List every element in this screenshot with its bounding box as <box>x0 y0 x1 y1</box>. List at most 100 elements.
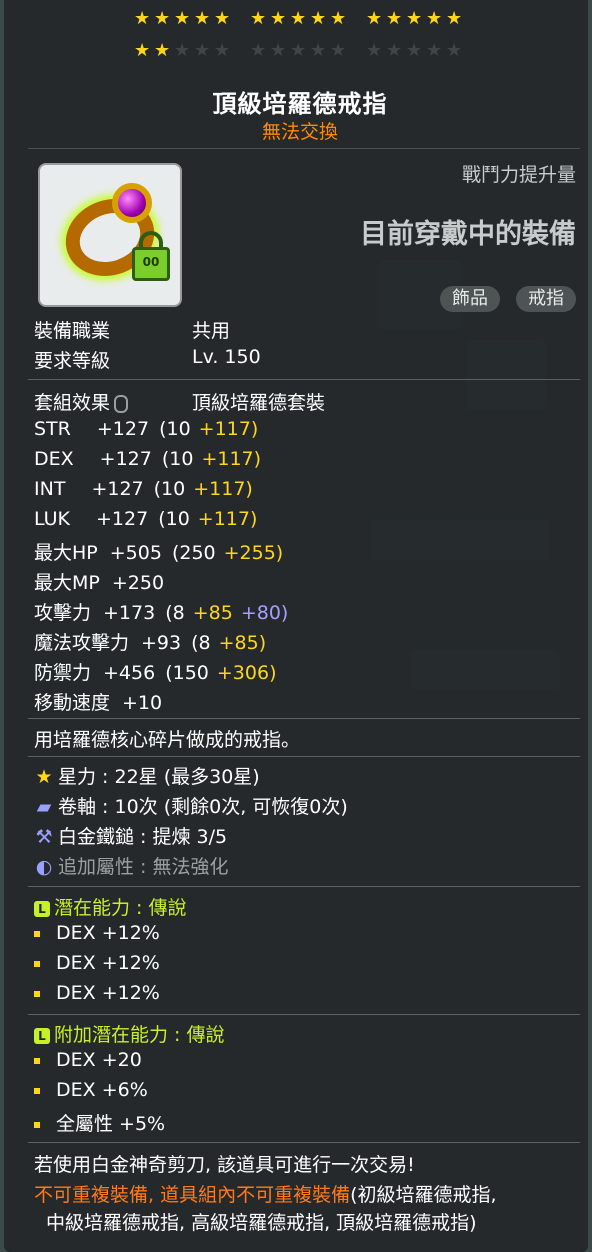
stat-base: (150 <box>165 662 209 684</box>
ring-gem <box>112 183 152 223</box>
star-icon: ★ <box>174 40 191 61</box>
mouse-icon <box>114 394 129 413</box>
stat-total: +127 <box>91 478 144 500</box>
stat-row: STR +127 (10 +117) <box>34 418 258 440</box>
upgrade-row: ⚒ 白金鐵鎚 : 提煉 3/5 <box>34 822 227 849</box>
stat-total: +93 <box>141 632 182 654</box>
potential-line-text: DEX +12% <box>56 982 160 1004</box>
stat-total: +250 <box>111 572 165 594</box>
scissors-note: 若使用白金神奇剪刀, 該道具可進行一次交易! <box>34 1154 415 1176</box>
power-increase-label: 戰鬥力提升量 <box>461 164 576 186</box>
star-icon: ★ <box>214 8 231 29</box>
stat-row: DEX +127 (10 +117) <box>34 448 261 470</box>
stat-name: 魔法攻擊力 <box>34 632 130 654</box>
stat-row: INT +127 (10 +117) <box>34 478 253 500</box>
stat-name: 最大HP <box>34 542 98 564</box>
item-icon: 00 <box>38 163 182 307</box>
bullet-icon <box>34 960 40 967</box>
star-icon: ★ <box>426 8 443 29</box>
stat-name: STR <box>34 418 71 440</box>
stat-name: 最大MP <box>34 572 100 594</box>
stat-row: 最大HP +505 (250 +255) <box>34 538 283 565</box>
bullet-icon <box>34 930 40 937</box>
star-icon: ★ <box>214 40 231 61</box>
divider <box>28 379 580 380</box>
divider <box>28 886 580 887</box>
unique-note-row: 不可重複裝備, 道具組內不可重複裝備(初級培羅德戒指, <box>34 1180 497 1207</box>
stat-bonus-flame: +85 <box>192 602 233 624</box>
stat-row: 移動速度 +10 <box>34 688 162 715</box>
star-icon: ★ <box>310 40 327 61</box>
star-icon: ★ <box>446 40 463 61</box>
potential-line-text: DEX +20 <box>56 1049 142 1071</box>
star-icon: ★ <box>174 8 191 29</box>
star-group: ★ ★ ★ ★ ★ <box>250 42 348 60</box>
unique-note: 不可重複裝備, 道具組內不可重複裝備 <box>34 1184 351 1206</box>
stat-total: +127 <box>96 418 150 440</box>
stat-name: 攻擊力 <box>34 602 92 624</box>
stat-base: (10 <box>159 418 191 440</box>
stat-name: 防禦力 <box>34 662 92 684</box>
set-row: 套組效果 頂級培羅德套裝 <box>34 388 325 415</box>
stat-bonus-flame: +306) <box>216 662 277 684</box>
star-row: ★ ★ ★ ★ ★ ★ ★ ★ ★ ★ ★ ★ ★ ★ ★ <box>134 42 494 60</box>
potential-title: 潛在能力 : 傳說 <box>54 897 187 919</box>
stat-bonus-flame: +255) <box>223 542 284 564</box>
stat-name: INT <box>34 478 66 500</box>
stat-bonus-flame: +117) <box>198 418 259 440</box>
scroll-icon: ▰ <box>36 796 52 818</box>
star-icon: ★ <box>366 40 383 61</box>
star-icon: ★ <box>386 40 403 61</box>
star-group: ★ ★ ★ ★ ★ <box>134 42 232 60</box>
star-icon: ★ <box>290 8 307 29</box>
level-row: 要求等級 Lv. 150 <box>34 346 261 373</box>
stat-row: LUK +127 (10 +117) <box>34 508 257 530</box>
star-icon: ★ <box>250 40 267 61</box>
potential-line-text: 全屬性 +5% <box>56 1113 166 1135</box>
star-icon: ★ <box>250 8 267 29</box>
divider <box>28 718 580 719</box>
bullet-icon <box>34 1057 40 1064</box>
tag-type: 戒指 <box>516 286 576 312</box>
legendary-badge-icon: L <box>34 900 50 917</box>
stat-base: (10 <box>158 508 190 530</box>
stat-total: +173 <box>103 602 156 624</box>
potential-line: DEX +6% <box>34 1079 148 1101</box>
stat-total: +456 <box>103 662 156 684</box>
potential-line-text: DEX +12% <box>56 952 160 974</box>
upgrade-text: 白金鐵鎚 : 提煉 3/5 <box>58 826 228 848</box>
stat-base: (8 <box>191 632 211 654</box>
tag-category: 飾品 <box>440 286 500 312</box>
set-value: 頂級培羅德套裝 <box>192 392 326 414</box>
stat-total: +127 <box>96 508 149 530</box>
potential-line: 全屬性 +5% <box>34 1109 165 1136</box>
bullet-icon <box>34 1087 40 1094</box>
star-icon: ★ <box>35 766 53 788</box>
star-icon: ★ <box>330 8 347 29</box>
star-icon: ★ <box>154 40 171 61</box>
bullet-icon <box>34 990 40 997</box>
potential-title-row: L 潛在能力 : 傳說 <box>34 893 186 920</box>
stat-bonus-flame: +117) <box>193 478 253 500</box>
star-row: ★ ★ ★ ★ ★ ★ ★ ★ ★ ★ ★ ★ ★ ★ ★ <box>134 10 494 28</box>
potential-line-text: DEX +12% <box>56 922 160 944</box>
unique-note-list-start: (初級培羅德戒指, <box>350 1184 497 1206</box>
stat-row: 最大MP +250 <box>34 568 164 595</box>
stat-row: 魔法攻擊力 +93 (8 +85) <box>34 628 266 655</box>
stat-base: (250 <box>171 542 216 564</box>
stat-row: 防禦力 +456 (150 +306) <box>34 658 277 685</box>
legendary-badge-icon: L <box>34 1027 50 1044</box>
stat-base: (8 <box>165 602 185 624</box>
star-group: ★ ★ ★ ★ ★ <box>250 10 348 28</box>
star-icon: ★ <box>154 8 171 29</box>
bonus-potential-title-row: L 附加潛在能力 : 傳說 <box>34 1020 224 1047</box>
star-icon: ★ <box>270 8 287 29</box>
upgrade-row: ★ 星力 : 22星 (最多30星) <box>34 762 259 789</box>
set-label: 套組效果 <box>34 392 111 414</box>
stat-bonus-flame: +117) <box>201 448 262 470</box>
hammer-icon: ⚒ <box>35 826 53 848</box>
stat-bonus-flame: +85) <box>218 632 267 654</box>
star-group: ★ ★ ★ ★ ★ <box>134 10 232 28</box>
upgrade-text: 卷軸 : 10次 (剩餘0次, 可恢復0次) <box>58 796 348 818</box>
stat-total: +10 <box>122 692 163 714</box>
